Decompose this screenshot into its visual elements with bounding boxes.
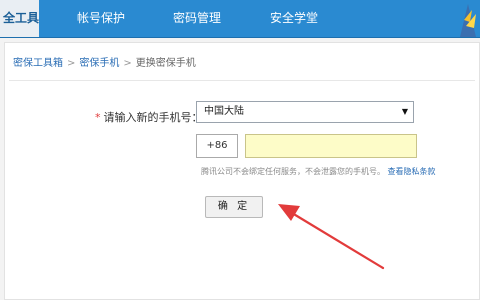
tab-account-protection[interactable]: 帐号保护: [77, 0, 125, 37]
phone-number-input[interactable]: [245, 134, 417, 158]
breadcrumb-separator-icon: >: [123, 58, 132, 69]
dropdown-arrow-icon: ▼: [401, 107, 408, 116]
region-select-value: 中国大陆: [204, 106, 244, 117]
region-select[interactable]: 中国大陆 ▼: [196, 101, 414, 123]
tab-password-management[interactable]: 密码管理: [173, 0, 221, 37]
required-mark: *: [95, 111, 101, 124]
tab-security-school[interactable]: 安全学堂: [270, 0, 318, 37]
breadcrumb-separator-icon: >: [67, 58, 76, 69]
top-nav: 全工具 帐号保护 密码管理 安全学堂: [0, 0, 480, 38]
breadcrumb: 密保工具箱 > 密保手机 > 更换密保手机: [13, 54, 196, 69]
breadcrumb-current: 更换密保手机: [135, 58, 196, 69]
tab-security-tools[interactable]: 全工具: [0, 0, 40, 37]
country-code-box: +86: [196, 134, 238, 158]
breadcrumb-item[interactable]: 密保手机: [79, 58, 119, 69]
divider: [9, 80, 475, 81]
privacy-note-text: 腾讯公司不会绑定任何服务，不会泄露您的手机号。: [201, 167, 385, 176]
privacy-terms-link[interactable]: 查看隐私条款: [388, 167, 436, 176]
phone-label-text: 请输入新的手机号：: [103, 111, 203, 124]
breadcrumb-item[interactable]: 密保工具箱: [13, 58, 63, 69]
confirm-button[interactable]: 确 定: [205, 196, 263, 218]
privacy-note: 腾讯公司不会绑定任何服务，不会泄露您的手机号。 查看隐私条款: [201, 166, 436, 177]
phone-label: * 请输入新的手机号：: [95, 109, 203, 125]
content-panel: 密保工具箱 > 密保手机 > 更换密保手机 * 请输入新的手机号： 中国大陆 ▼ +86 …: [4, 42, 480, 300]
corner-decoration-icon: [460, 4, 476, 37]
